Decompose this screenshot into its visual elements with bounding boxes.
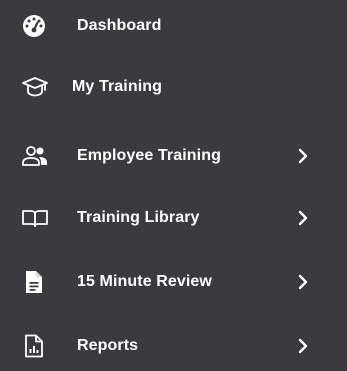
nav-item-15-minute-review[interactable]: 15 Minute Review [0, 257, 347, 307]
nav-label-employee-training: Employee Training [77, 147, 221, 164]
nav-item-training-library[interactable]: Training Library [0, 193, 347, 243]
chevron-right-icon[interactable] [296, 337, 310, 355]
nav-label-my-training: My Training [72, 78, 162, 95]
document-icon [24, 270, 44, 294]
nav-label-15-minute-review: 15 Minute Review [77, 273, 212, 290]
nav-item-dashboard[interactable]: Dashboard [0, 1, 347, 51]
graduation-cap-icon [21, 75, 49, 99]
dashboard-gauge-icon [22, 14, 46, 38]
sidebar-nav: Dashboard My Training Employee Training [0, 0, 347, 369]
report-chart-icon [24, 334, 44, 358]
chevron-right-icon[interactable] [296, 273, 310, 291]
chevron-right-icon[interactable] [296, 209, 310, 227]
nav-item-reports[interactable]: Reports [0, 321, 347, 371]
users-icon [21, 144, 49, 168]
nav-item-employee-training[interactable]: Employee Training [0, 131, 347, 181]
nav-label-reports: Reports [77, 337, 139, 354]
open-book-icon [21, 206, 49, 230]
nav-label-training-library: Training Library [77, 209, 200, 226]
nav-item-my-training[interactable]: My Training [0, 62, 347, 112]
nav-label-dashboard: Dashboard [77, 17, 162, 34]
chevron-right-icon[interactable] [296, 147, 310, 165]
